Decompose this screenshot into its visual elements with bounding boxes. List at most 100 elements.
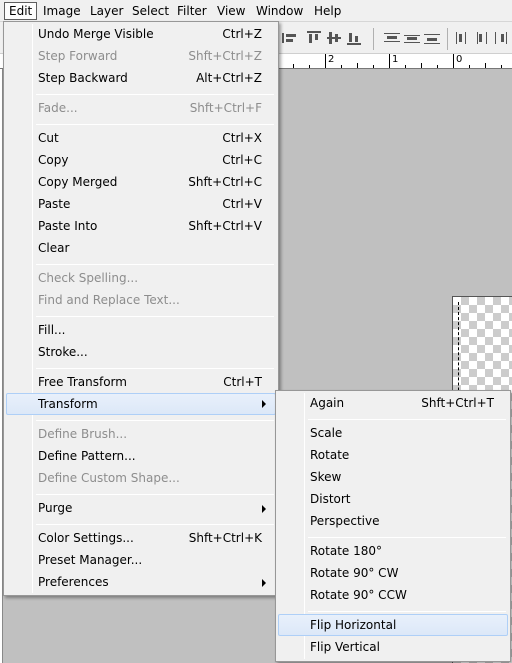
- ruler-tick: [357, 63, 358, 68]
- menu-item-label: Rotate: [310, 448, 350, 462]
- menu-item-define-custom-shape[interactable]: Define Custom Shape...: [6, 467, 276, 489]
- menu-item-shortcut: Shft+Ctrl+T: [421, 396, 494, 410]
- menubar: Edit Image Layer Select Filter View Wind…: [0, 0, 512, 22]
- menu-item-copy-merged[interactable]: Copy Merged Shft+Ctrl+C: [6, 171, 276, 193]
- menu-item-check-spelling[interactable]: Check Spelling...: [6, 267, 276, 289]
- menu-item-perspective[interactable]: Perspective: [278, 510, 508, 532]
- menu-image[interactable]: Image: [39, 2, 85, 20]
- menu-item-transform[interactable]: Transform: [6, 393, 276, 415]
- menu-item-preferences[interactable]: Preferences: [6, 571, 276, 593]
- menu-item-fade[interactable]: Fade... Shft+Ctrl+F: [6, 97, 276, 119]
- menu-item-rotate[interactable]: Rotate: [278, 444, 508, 466]
- menu-item-label: Preset Manager...: [38, 553, 143, 567]
- distribute-right-icon[interactable]: [493, 31, 509, 45]
- menu-item-rotate-180[interactable]: Rotate 180°: [278, 540, 508, 562]
- ruler-tick: [405, 65, 406, 68]
- menu-item-label: Rotate 90° CCW: [310, 588, 407, 602]
- distribute-left-icon[interactable]: [455, 31, 471, 45]
- align-top-icon[interactable]: [307, 31, 323, 45]
- menu-item-rotate-90-ccw[interactable]: Rotate 90° CCW: [278, 584, 508, 606]
- menu-item-paste[interactable]: Paste Ctrl+V: [6, 193, 276, 215]
- menu-item-shortcut: Shft+Ctrl+C: [188, 175, 262, 189]
- menu-item-shortcut: Ctrl+X: [222, 131, 262, 145]
- ruler-tick: [373, 65, 374, 68]
- menu-item-label: Paste Into: [38, 219, 98, 233]
- align-bottom-icon[interactable]: [347, 31, 363, 45]
- menu-item-paste-into[interactable]: Paste Into Shft+Ctrl+V: [6, 215, 276, 237]
- menu-item-distort[interactable]: Distort: [278, 488, 508, 510]
- menu-item-undo[interactable]: Undo Merge Visible Ctrl+Z: [6, 23, 276, 45]
- menu-item-label: Undo Merge Visible: [38, 27, 154, 41]
- menu-item-color-settings[interactable]: Color Settings... Shft+Ctrl+K: [6, 527, 276, 549]
- menu-item-stroke[interactable]: Stroke...: [6, 341, 276, 363]
- ruler-tick: [421, 63, 422, 68]
- menu-item-preset-manager[interactable]: Preset Manager...: [6, 549, 276, 571]
- menu-item-label: Paste: [38, 197, 71, 211]
- align-vcenter-icon[interactable]: [327, 31, 343, 45]
- distribute-vcenter-icon[interactable]: [404, 31, 420, 45]
- menu-item-label: Purge: [38, 501, 73, 515]
- menu-help[interactable]: Help: [310, 2, 345, 20]
- menu-item-label: Again: [310, 396, 345, 410]
- ruler-tick: [293, 64, 294, 68]
- menu-separator: [36, 368, 274, 369]
- menu-item-label: Free Transform: [38, 375, 127, 389]
- ruler-label: 0: [456, 54, 463, 65]
- menu-item-label: Cut: [38, 131, 59, 145]
- menu-item-label: Skew: [310, 470, 342, 484]
- distribute-top-icon[interactable]: [384, 31, 400, 45]
- menu-separator: [308, 611, 506, 612]
- distribute-bottom-icon[interactable]: [424, 31, 440, 45]
- align-icon[interactable]: [282, 31, 298, 45]
- menu-select[interactable]: Select: [128, 2, 173, 20]
- menu-item-skew[interactable]: Skew: [278, 466, 508, 488]
- menu-item-label: Step Forward: [38, 49, 118, 63]
- menu-filter[interactable]: Filter: [173, 2, 211, 20]
- menu-item-label: Define Custom Shape...: [38, 471, 180, 485]
- menu-item-label: Rotate 90° CW: [310, 566, 399, 580]
- menu-item-purge[interactable]: Purge: [6, 497, 276, 519]
- menu-item-scale[interactable]: Scale: [278, 422, 508, 444]
- menu-separator: [36, 124, 274, 125]
- menu-item-define-pattern[interactable]: Define Pattern...: [6, 445, 276, 467]
- menu-item-step-backward[interactable]: Step Backward Alt+Ctrl+Z: [6, 67, 276, 89]
- menu-item-clear[interactable]: Clear: [6, 237, 276, 259]
- menu-item-label: Color Settings...: [38, 531, 134, 545]
- menu-item-shortcut: Shft+Ctrl+Z: [188, 49, 262, 63]
- ruler-tick: [437, 65, 438, 68]
- distribute-hcenter-icon[interactable]: [474, 31, 490, 45]
- menu-item-cut[interactable]: Cut Ctrl+X: [6, 127, 276, 149]
- ruler-label: 1: [392, 54, 399, 65]
- menu-item-flip-horizontal[interactable]: Flip Horizontal: [278, 614, 508, 636]
- menu-item-rotate-90-cw[interactable]: Rotate 90° CW: [278, 562, 508, 584]
- menu-item-shortcut: Shft+Ctrl+K: [188, 531, 262, 545]
- submenu-arrow-icon: [262, 400, 266, 408]
- toolbar-divider: [447, 28, 448, 50]
- ruler-tick: [453, 54, 454, 68]
- menu-item-find-replace[interactable]: Find and Replace Text...: [6, 289, 276, 311]
- menu-item-define-brush[interactable]: Define Brush...: [6, 423, 276, 445]
- menu-item-shortcut: Shft+Ctrl+V: [188, 219, 262, 233]
- menu-item-label: Scale: [310, 426, 343, 440]
- menu-item-fill[interactable]: Fill...: [6, 319, 276, 341]
- menu-edit[interactable]: Edit: [4, 2, 38, 20]
- menu-item-copy[interactable]: Copy Ctrl+C: [6, 149, 276, 171]
- ruler-tick: [501, 65, 502, 68]
- menu-item-flip-vertical[interactable]: Flip Vertical: [278, 636, 508, 658]
- menu-separator: [308, 537, 506, 538]
- transform-submenu: Again Shft+Ctrl+T Scale Rotate Skew Disto…: [275, 390, 511, 662]
- menu-item-label: Fade...: [38, 101, 78, 115]
- menu-view[interactable]: View: [213, 2, 249, 20]
- menu-item-label: Step Backward: [38, 71, 128, 85]
- menu-separator: [36, 316, 274, 317]
- menu-window[interactable]: Window: [252, 2, 307, 20]
- menu-item-free-transform[interactable]: Free Transform Ctrl+T: [6, 371, 276, 393]
- menu-item-label: Copy Merged: [38, 175, 118, 189]
- menu-layer[interactable]: Layer: [86, 2, 127, 20]
- menu-item-step-forward[interactable]: Step Forward Shft+Ctrl+Z: [6, 45, 276, 67]
- menu-item-label: Rotate 180°: [310, 544, 383, 558]
- menu-item-again[interactable]: Again Shft+Ctrl+T: [278, 392, 508, 414]
- menu-item-label: Find and Replace Text...: [38, 293, 180, 307]
- menu-separator: [36, 524, 274, 525]
- edit-menu: Undo Merge Visible Ctrl+Z Step Forward Shf…: [3, 21, 279, 596]
